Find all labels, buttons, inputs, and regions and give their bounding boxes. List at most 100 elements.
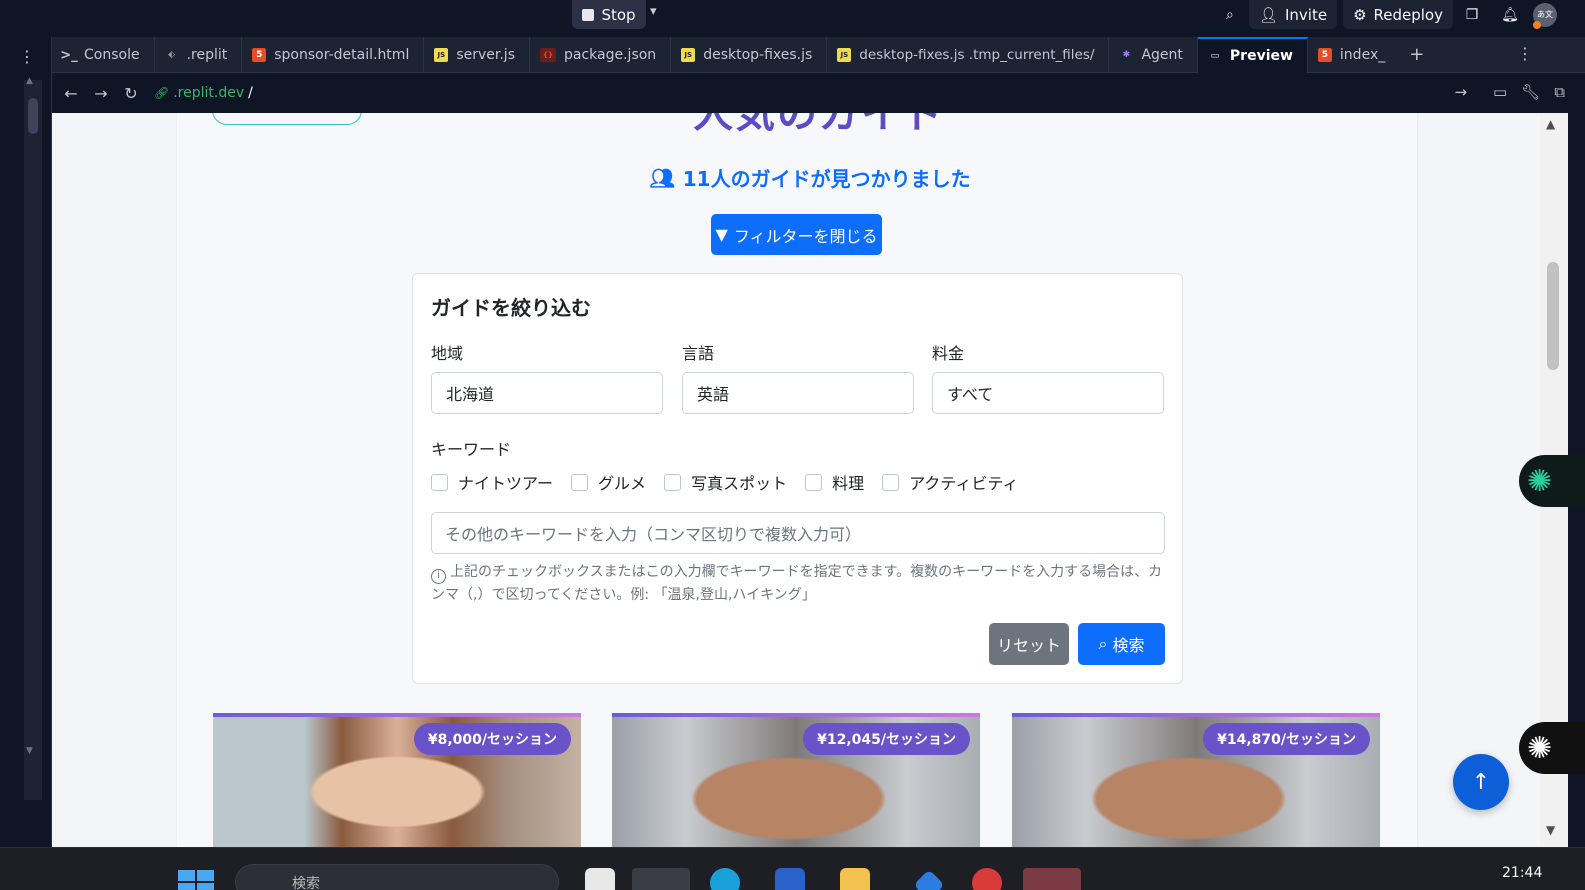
html-file-icon: 5: [252, 48, 267, 62]
js-file-icon: JS: [837, 48, 852, 62]
keyword-photo-spot[interactable]: 写真スポット: [664, 470, 787, 494]
reload-icon[interactable]: ↻: [116, 84, 146, 103]
search-icon: ⌕: [1098, 634, 1108, 653]
tab-console[interactable]: >_ Console: [52, 37, 155, 73]
tab-agent[interactable]: ✱ Agent: [1109, 37, 1198, 73]
scroll-up-arrow-icon[interactable]: ▲: [1546, 117, 1555, 131]
stop-button[interactable]: Stop: [572, 0, 646, 29]
tab-preview[interactable]: ▭ Preview: [1197, 37, 1308, 73]
tab-replit[interactable]: ⬖ .replit: [155, 37, 243, 73]
guide-card[interactable]: ¥12,045/セッション: [612, 713, 980, 847]
language-label: 言語: [682, 344, 715, 363]
layers-icon[interactable]: ❐: [1459, 2, 1485, 28]
result-count-text: 11人のガイドが見つかりました: [682, 167, 971, 191]
avatar[interactable]: あ文: [1533, 2, 1557, 29]
url-field[interactable]: 🔗︎ .replit.dev /: [154, 85, 253, 101]
run-options-chevron-icon[interactable]: ▾: [650, 4, 657, 19]
bell-icon[interactable]: 🔔︎: [1497, 2, 1523, 28]
keyword-activity[interactable]: アクティビティ: [882, 470, 1018, 494]
guide-card[interactable]: ¥14,870/セッション: [1012, 713, 1380, 847]
reset-button[interactable]: リセット: [989, 623, 1069, 665]
tab-label: .replit: [186, 47, 228, 63]
close-filter-button[interactable]: ▼ フィルターを閉じる: [711, 214, 882, 255]
keyword-cooking[interactable]: 料理: [805, 470, 864, 494]
search-label: 検索: [1112, 636, 1145, 655]
device-monitor-icon[interactable]: ▭: [1493, 83, 1507, 101]
chatgpt-extension-icon[interactable]: ✺: [1519, 455, 1585, 507]
tab-bar: >_ Console ⬖ .replit 5 sponsor-detail.ht…: [52, 37, 1585, 73]
keyword-help-text: 上記のチェックボックスまたはこの入力欄でキーワードを指定できます。複数のキーワー…: [431, 564, 1163, 603]
devtools-wrench-icon[interactable]: 🔧︎: [1521, 83, 1540, 101]
keyword-input[interactable]: その他のキーワードを入力（コンマ区切りで複数入力可）: [431, 512, 1165, 554]
keyword-night-tour[interactable]: ナイトツアー: [431, 470, 553, 494]
back-arrow-icon[interactable]: ←: [56, 84, 86, 103]
chrome-icon[interactable]: [632, 868, 690, 890]
checkbox-label: 写真スポット: [691, 474, 788, 493]
search-button[interactable]: ⌕ 検索: [1078, 623, 1165, 665]
scroll-down-arrow-icon[interactable]: ▼: [26, 746, 33, 756]
redeploy-label: Redeploy: [1373, 5, 1443, 24]
preview-scroll-thumb[interactable]: [1547, 262, 1559, 370]
redeploy-button[interactable]: ⚙︎ Redeploy: [1343, 0, 1453, 29]
checkbox[interactable]: [882, 473, 900, 491]
checkbox-label: グルメ: [598, 474, 647, 493]
keyword-gourmet[interactable]: グルメ: [571, 470, 646, 494]
tab-server-js[interactable]: JS server.js: [424, 37, 530, 73]
tab-index[interactable]: 5 index_: [1308, 37, 1399, 73]
checkbox[interactable]: [571, 473, 589, 491]
checkbox[interactable]: [805, 473, 823, 491]
taskbar-search[interactable]: 検索: [235, 864, 559, 890]
new-tab-plus-icon[interactable]: +: [1399, 37, 1434, 72]
app-red-icon[interactable]: [972, 868, 1002, 890]
checkbox[interactable]: [431, 473, 448, 491]
js-file-icon: JS: [434, 48, 449, 62]
tab-sponsor-detail[interactable]: 5 sponsor-detail.html: [242, 37, 425, 73]
tab-desktop-fixes-tmp[interactable]: JS desktop-fixes.js .tmp_current_files/: [827, 37, 1110, 73]
file-icon[interactable]: [585, 868, 615, 890]
edge-icon[interactable]: [710, 868, 740, 890]
tab-label: Agent: [1141, 47, 1183, 63]
tab-label: index_: [1339, 47, 1386, 63]
price-badge: ¥14,870/セッション: [1203, 723, 1370, 755]
region-select[interactable]: 北海道: [431, 372, 663, 414]
tab-desktop-fixes[interactable]: JS desktop-fixes.js: [671, 37, 828, 73]
tab-package-json[interactable]: {} package.json: [530, 37, 672, 73]
preview-url-bar: ← → ↻ 🔗︎ .replit.dev / → ▭ 🔧︎ ⧉: [52, 73, 1585, 113]
replit-file-icon: ⬖: [168, 50, 176, 60]
region-label: 地域: [431, 344, 464, 363]
scroll-up-arrow-icon[interactable]: ▲: [26, 76, 33, 86]
azure-icon[interactable]: [775, 868, 805, 890]
search-icon[interactable]: ⌕: [1217, 2, 1243, 28]
url-path: /: [248, 85, 253, 101]
deploy-icon: ⚙︎: [1353, 5, 1367, 24]
line-app-icon[interactable]: [1023, 868, 1081, 890]
folder-icon[interactable]: [840, 868, 870, 890]
tab-label: desktop-fixes.js: [703, 47, 813, 63]
json-file-icon: {}: [540, 48, 556, 62]
app-diamond-icon[interactable]: [913, 869, 945, 890]
windows-start-icon[interactable]: [178, 870, 214, 890]
guide-card[interactable]: ¥8,000/セッション: [213, 713, 581, 847]
url-host: .replit.dev: [173, 85, 245, 101]
file-panel-scroll-track: [24, 80, 42, 800]
price-select[interactable]: すべて: [932, 372, 1164, 414]
scroll-down-arrow-icon[interactable]: ▼: [1546, 823, 1555, 837]
agent-icon: ✱: [1122, 50, 1131, 60]
taskbar-clock: 21:44: [1502, 865, 1543, 881]
open-new-window-icon[interactable]: ⧉: [1554, 83, 1565, 101]
forward-arrow-icon[interactable]: →: [86, 84, 116, 103]
price-label: 料金: [932, 344, 965, 363]
tabs-more-icon[interactable]: ⋮: [1517, 44, 1533, 63]
os-taskbar: 検索 21:44: [0, 847, 1585, 890]
result-count: 👥︎ 11人のガイドが見つかりました: [52, 163, 1568, 192]
back-link-pill[interactable]: [212, 113, 362, 125]
checkbox[interactable]: [664, 473, 682, 491]
file-panel-scroll-thumb[interactable]: [28, 98, 38, 134]
scroll-to-top-button[interactable]: ↑: [1453, 754, 1509, 810]
tab-label: sponsor-detail.html: [274, 47, 410, 63]
chatgpt-sidebar-icon[interactable]: ✺: [1519, 722, 1585, 774]
more-vertical-icon[interactable]: ⋮: [19, 47, 35, 66]
invite-button[interactable]: 👤︎ Invite: [1248, 0, 1338, 29]
go-arrow-icon[interactable]: →: [1454, 83, 1467, 101]
language-select[interactable]: 英語: [682, 372, 914, 414]
